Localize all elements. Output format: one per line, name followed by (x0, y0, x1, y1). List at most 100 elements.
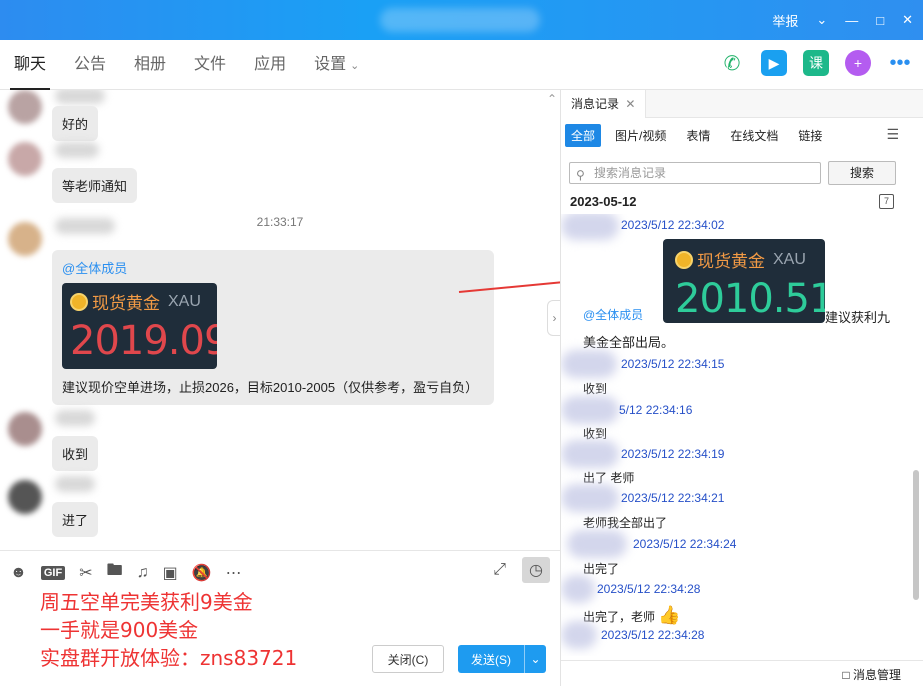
phone-call-icon[interactable]: ✆ (719, 50, 745, 76)
history-text: 美金全部出局。 (583, 335, 675, 350)
gif-icon[interactable]: GIF (40, 565, 66, 580)
report-button[interactable]: 举报 (772, 10, 798, 30)
scissors-icon[interactable]: ✂ (79, 563, 92, 583)
chat-bubble-icon: □ (842, 668, 850, 682)
history-time: 2023/5/12 22:34:24 (633, 537, 737, 551)
history-time: 2023/5/12 22:34:21 (621, 491, 725, 505)
chevron-down-icon[interactable]: ⌄ (524, 645, 546, 673)
send-label: 发送(S) (471, 652, 511, 667)
thumbs-up-icon: 👍 (658, 605, 681, 625)
sender-name-blurred (55, 90, 105, 104)
filter-media[interactable]: 图片/视频 (609, 124, 672, 147)
tab-album[interactable]: 相册 (120, 40, 180, 90)
card-price: 2010.51 (675, 276, 825, 322)
avatar (8, 480, 42, 514)
collapse-icon[interactable]: ⌃ (547, 92, 557, 106)
sender-name-blurred (561, 621, 597, 649)
message-bubble[interactable]: 好的 (52, 106, 99, 141)
gold-signal-message[interactable]: @全体成员 现货黄金 XAU 2019.09 建议现价空单进场，止损2026，目标… (52, 250, 494, 405)
sender-name-blurred (55, 142, 99, 158)
add-app-icon[interactable]: + (845, 50, 871, 76)
avatar (8, 90, 42, 124)
input-line: 一手就是900美金 (40, 618, 199, 642)
history-mention-line: @全体成员 (583, 306, 643, 323)
mute-bell-icon[interactable]: 🔕 (192, 563, 212, 583)
history-date: 2023-05-12 (570, 194, 637, 209)
image-icon[interactable]: ▣ (163, 563, 178, 583)
message-history-panel: 消息记录 ✕ 全部 图片/视频 表情 在线文档 链接 ☰ ⚲ 搜索消息记录 搜索… (561, 90, 923, 686)
tab-message-history[interactable]: 消息记录 ✕ (561, 90, 647, 118)
tab-files[interactable]: 文件 (180, 40, 240, 90)
chat-tab-bar: 聊天 公告 相册 文件 应用 设置 ⌄ ✆ ▶ 课 + ••• (0, 40, 923, 90)
history-panel-toggle[interactable]: › (547, 300, 561, 336)
filter-docs[interactable]: 在线文档 (724, 124, 784, 147)
history-tab-header: 消息记录 ✕ (561, 90, 923, 118)
clock-icon[interactable]: ◷ (522, 557, 550, 583)
sender-name-blurred (55, 410, 95, 426)
more-icon[interactable]: ••• (887, 50, 913, 76)
history-search-input[interactable]: ⚲ 搜索消息记录 (569, 162, 821, 184)
message-bubble[interactable]: 收到 (52, 436, 99, 471)
message-bubble[interactable]: 进了 (52, 502, 99, 537)
avatar (8, 412, 42, 446)
filter-icon[interactable]: ☰ (886, 126, 899, 143)
search-button[interactable]: 搜索 (828, 161, 896, 185)
chevron-down-icon: ⌄ (350, 60, 360, 72)
avatar (8, 142, 42, 176)
tab-chat[interactable]: 聊天 (0, 40, 60, 90)
message-manager-button[interactable]: □ 消息管理 (842, 666, 901, 683)
mention-all[interactable]: @全体成员 (583, 308, 643, 322)
card-symbol: XAU (773, 250, 806, 268)
history-time: 2023/5/12 22:34:02 (621, 218, 725, 232)
history-time: 2023/5/12 22:34:28 (597, 582, 701, 596)
sender-name-blurred (567, 530, 627, 558)
history-time: 2023/5/12 22:34:28 (601, 628, 705, 642)
history-text: 出完了，老师 (583, 610, 656, 624)
sender-name-blurred (561, 396, 619, 424)
card-title: 现货黄金 (697, 252, 765, 271)
sender-name-blurred (55, 218, 115, 234)
send-button[interactable]: 发送(S) ⌄ (458, 645, 546, 673)
tab-apps[interactable]: 应用 (240, 40, 300, 90)
gold-price-card[interactable]: 现货黄金 XAU 2010.51 (663, 239, 825, 323)
card-price: 2019.09 (70, 318, 217, 364)
message-input[interactable]: 周五空单完美获利9美金 一手就是900美金 实盘群开放体验：zns83721 (40, 588, 297, 672)
gold-price-card[interactable]: 现货黄金 XAU 2019.09 (62, 283, 217, 369)
expand-icon[interactable]: ⤢ (493, 561, 506, 579)
sender-name-blurred (561, 484, 619, 512)
history-text: 建议获利九 (825, 310, 891, 325)
minimize-icon[interactable]: — (845, 10, 858, 30)
close-icon[interactable]: ✕ (902, 10, 913, 30)
class-icon[interactable]: 课 (803, 50, 829, 76)
window-controls: 举报 ⌄ — □ ✕ (772, 10, 913, 30)
chevron-down-icon[interactable]: ⌄ (816, 10, 827, 30)
history-text: 收到 (583, 382, 608, 396)
input-line: 实盘群开放体验：zns83721 (40, 646, 298, 670)
avatar (8, 222, 42, 256)
history-time: 5/12 22:34:16 (619, 403, 693, 417)
history-text-row: 出完了，老师 👍 (583, 605, 681, 626)
message-bubble[interactable]: 等老师通知 (52, 168, 138, 203)
history-scrollbar[interactable] (913, 470, 919, 600)
calendar-icon[interactable]: 7 (879, 194, 894, 209)
emoji-icon[interactable]: ☻ (10, 564, 27, 582)
filter-all[interactable]: 全部 (565, 124, 602, 147)
input-toolbar: ☻ GIF ✂ 🖿 ♫ ▣ 🔕 ⋯ ⤢ ◷ (0, 550, 560, 586)
filter-stickers[interactable]: 表情 (680, 124, 716, 147)
sender-name-blurred (561, 440, 619, 468)
close-icon[interactable]: ✕ (625, 97, 635, 111)
history-text: 老师我全部出了 (583, 516, 668, 530)
history-footer: □ 消息管理 (561, 660, 923, 686)
close-button[interactable]: 关闭(C) (372, 645, 444, 673)
maximize-icon[interactable]: □ (876, 10, 884, 30)
advice-text: 建议现价空单进场，止损2026，目标2010-2005（仅供参考，盈亏自负） (62, 380, 479, 395)
video-call-icon[interactable]: ▶ (761, 50, 787, 76)
tab-announcement[interactable]: 公告 (60, 40, 120, 90)
search-icon: ⚲ (576, 168, 585, 182)
tab-settings[interactable]: 设置 ⌄ (300, 40, 373, 90)
folder-icon[interactable]: 🖿 (107, 559, 123, 586)
music-icon[interactable]: ♫ (137, 564, 149, 582)
more-icon[interactable]: ⋯ (226, 563, 242, 583)
filter-links[interactable]: 链接 (792, 124, 828, 147)
mention-all[interactable]: @全体成员 (62, 258, 484, 277)
